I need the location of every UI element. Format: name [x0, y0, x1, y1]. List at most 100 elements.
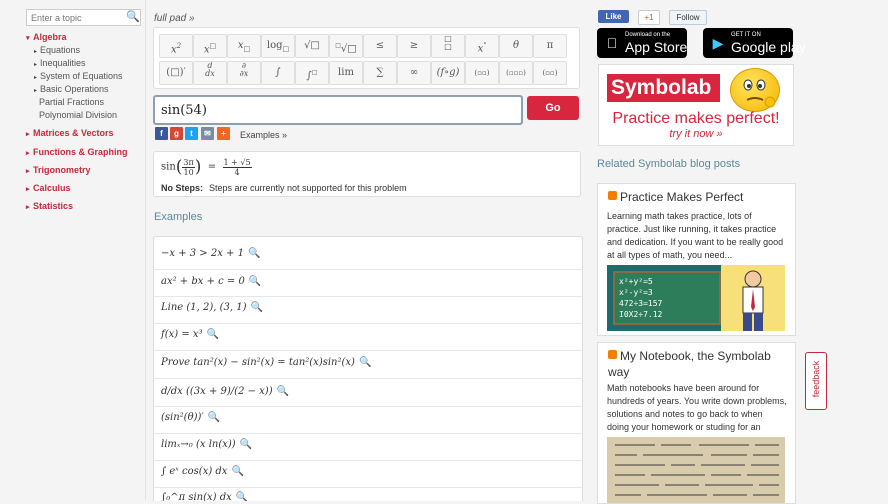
- example-row[interactable]: ∫₀^π sin(x) dx 🔍: [154, 487, 582, 501]
- blog-post-card[interactable]: Practice Makes Perfect Learning math tak…: [597, 183, 796, 336]
- sidebar-item-system-of-equations[interactable]: ▸ System of Equations: [34, 71, 123, 81]
- example-row[interactable]: f(x) = x³ 🔍: [154, 323, 582, 351]
- google-play-big-text: Google play: [731, 39, 806, 55]
- sidebar-category-statistics[interactable]: ▸ Statistics: [26, 201, 73, 211]
- sidebar-category-trigonometry[interactable]: ▸ Trigonometry: [26, 165, 91, 175]
- sidebar-item-basic-operations[interactable]: ▸ Basic Operations: [34, 84, 109, 94]
- sidebar-item-partial-fractions[interactable]: Partial Fractions: [39, 97, 104, 107]
- sidebar-item-label: Basic Operations: [40, 84, 109, 94]
- example-row[interactable]: limₓ→₀ (x ln(x)) 🔍: [154, 433, 582, 461]
- key-log[interactable]: log□: [261, 34, 295, 58]
- examples-link[interactable]: Examples »: [240, 130, 287, 140]
- app-store-badge[interactable]:  Download on the App Store: [597, 28, 687, 58]
- twitter-share-icon[interactable]: t: [185, 127, 198, 140]
- chalkboard-line: I0X2÷7.12: [619, 310, 663, 319]
- search-icon[interactable]: 🔍: [207, 329, 219, 340]
- key-partial-derivative[interactable]: ∂ ∂x: [227, 61, 261, 85]
- key-pi[interactable]: π: [533, 34, 567, 58]
- caret-right-icon: ▸: [34, 88, 38, 94]
- key-greater-equal[interactable]: ≥: [397, 34, 431, 58]
- example-expression: −x + 3 > 2x + 1: [161, 248, 244, 259]
- full-pad-link[interactable]: full pad »: [154, 13, 195, 24]
- search-icon[interactable]: 🔍: [208, 412, 220, 423]
- google-play-small-text: GET IT ON: [731, 32, 761, 38]
- blog-post-card[interactable]: My Notebook, the Symbolab way Math noteb…: [597, 342, 796, 504]
- sidebar-category-functions-graphing[interactable]: ▸ Functions & Graphing: [26, 147, 128, 157]
- google-play-badge[interactable]: ▶ GET IT ON Google play: [703, 28, 806, 58]
- search-icon[interactable]: 🔍: [249, 276, 261, 287]
- example-row[interactable]: Line (1, 2), (3, 1) 🔍: [154, 296, 582, 324]
- sidebar-category-calculus[interactable]: ▸ Calculus: [26, 183, 71, 193]
- key-conjugate[interactable]: x°: [465, 34, 499, 58]
- key-less-equal[interactable]: ≤: [363, 34, 397, 58]
- go-button[interactable]: Go: [527, 96, 579, 120]
- key-sqrt[interactable]: √□: [295, 34, 329, 58]
- example-expression: f(x) = x³: [161, 329, 203, 340]
- key-fraction[interactable]: □ □: [431, 34, 465, 58]
- sidebar-category-algebra[interactable]: ▾ Algebra: [26, 32, 67, 42]
- ad-cta[interactable]: try it now »: [599, 128, 793, 140]
- key-definite-integral[interactable]: ∫□: [295, 61, 329, 85]
- blog-post-image: [607, 437, 785, 503]
- key-composition[interactable]: (f∘g): [431, 61, 465, 85]
- category-label: Algebra: [33, 32, 67, 42]
- google-plus-button[interactable]: +1: [638, 10, 660, 25]
- search-icon[interactable]: 🔍: [251, 302, 263, 313]
- caret-right-icon: ▸: [34, 75, 38, 81]
- search-icon[interactable]: 🔍: [248, 248, 260, 259]
- key-infinity[interactable]: ∞: [397, 61, 431, 85]
- google-play-icon: ▶: [712, 35, 724, 51]
- symbolab-ad-banner[interactable]: Symbolab Practice makes perfect! try it …: [598, 64, 794, 146]
- key-matrix-3x3[interactable]: (▫▫▫): [499, 61, 533, 85]
- key-integral[interactable]: ∫: [261, 61, 295, 85]
- key-limit[interactable]: lim: [329, 61, 363, 85]
- result-lhs-func: sin: [161, 161, 176, 173]
- sidebar: 🔍 ▾Algebra ▸Equations ▸Inequalities ▸Sys…: [0, 0, 146, 500]
- key-matrix-2x2[interactable]: (▫▫): [465, 61, 499, 85]
- blog-post-title[interactable]: My Notebook, the Symbolab way: [608, 348, 788, 380]
- key-nth-root[interactable]: □√□: [329, 34, 363, 58]
- search-icon[interactable]: 🔍: [277, 386, 289, 397]
- key-power[interactable]: x□: [193, 34, 227, 58]
- facebook-share-icon[interactable]: f: [155, 127, 168, 140]
- search-icon[interactable]: 🔍: [240, 439, 252, 450]
- sidebar-item-equations[interactable]: ▸ Equations: [34, 45, 80, 55]
- search-icon[interactable]: 🔍: [359, 357, 371, 368]
- example-row[interactable]: ax² + bx + c = 0 🔍: [154, 269, 582, 297]
- math-keypad: x2 x□ x□ log□ √□ □√□ ≤ ≥ □ □ x° θ π (□)′ …: [153, 27, 580, 89]
- examples-list: −x + 3 > 2x + 1 🔍 ax² + bx + c = 0 🔍 Line …: [153, 236, 583, 501]
- sidebar-item-inequalities[interactable]: ▸ Inequalities: [34, 58, 86, 68]
- example-row[interactable]: d/dx ((3x + 9)/(2 − x)) 🔍: [154, 378, 582, 407]
- no-steps-label: No Steps:: [161, 183, 204, 193]
- twitter-follow-button[interactable]: Follow: [669, 10, 707, 25]
- search-icon[interactable]: 🔍: [231, 466, 243, 477]
- facebook-like-label: Like: [605, 12, 622, 21]
- example-expression: Line (1, 2), (3, 1): [161, 302, 247, 313]
- key-square[interactable]: x2: [159, 34, 193, 58]
- key-prime[interactable]: (□)′: [159, 61, 193, 85]
- topic-search-input[interactable]: [27, 10, 125, 25]
- example-row[interactable]: (sin²(θ))′ 🔍: [154, 406, 582, 434]
- caret-right-icon: ▸: [26, 204, 30, 211]
- more-share-icon[interactable]: +: [217, 127, 230, 140]
- thinking-emoji-icon: [730, 68, 780, 112]
- google-plus-share-icon[interactable]: g: [170, 127, 183, 140]
- key-derivative[interactable]: d dx: [193, 61, 227, 85]
- sidebar-item-polynomial-division[interactable]: Polynomial Division: [39, 110, 117, 120]
- key-matrix-column[interactable]: (▫▫): [533, 61, 567, 85]
- ad-tagline: Practice makes perfect!: [612, 110, 780, 127]
- example-row[interactable]: −x + 3 > 2x + 1 🔍: [154, 237, 582, 270]
- key-sum[interactable]: ∑: [363, 61, 397, 85]
- example-row[interactable]: Prove tan²(x) − sin²(x) = tan²(x)sin²(x)…: [154, 350, 582, 379]
- key-subscript[interactable]: x□: [227, 34, 261, 58]
- sidebar-category-matrices-vectors[interactable]: ▸ Matrices & Vectors: [26, 128, 114, 138]
- query-input[interactable]: [161, 101, 501, 119]
- blog-post-title[interactable]: Practice Makes Perfect: [608, 189, 743, 205]
- example-row[interactable]: ∫ eˣ cos(x) dx 🔍: [154, 460, 582, 488]
- search-icon[interactable]: 🔍: [126, 10, 140, 25]
- chalkboard-line: 472÷3=157: [619, 299, 663, 308]
- facebook-like-button[interactable]: Like: [598, 10, 629, 23]
- feedback-tab[interactable]: feedback: [805, 352, 827, 410]
- key-theta[interactable]: θ: [499, 34, 533, 58]
- email-share-icon[interactable]: ✉: [201, 127, 214, 140]
